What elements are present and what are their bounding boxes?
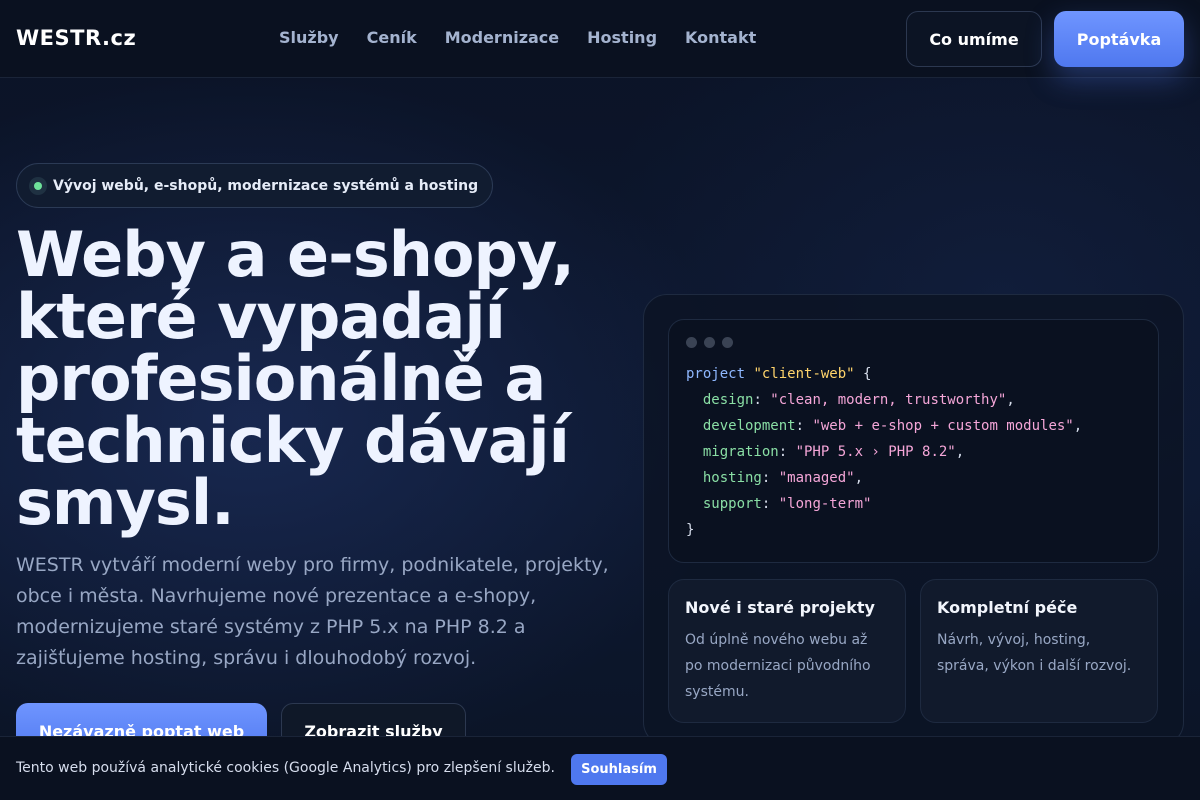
code-key: support <box>702 496 762 512</box>
nav-link-hosting[interactable]: Hosting <box>587 28 657 47</box>
code-keyword: project <box>686 366 746 382</box>
feature-text: Návrh, vývoj, hosting, správa, výkon i d… <box>937 632 1132 674</box>
cookie-accept-button[interactable]: Souhlasím <box>571 754 667 785</box>
code-close-brace: } <box>686 522 695 538</box>
top-navigation: WESTR.cz Služby Ceník Modernizace Hostin… <box>0 0 1200 78</box>
code-comma: , <box>1006 392 1015 408</box>
window-dots-icon <box>686 337 733 348</box>
code-key: migration <box>702 444 779 460</box>
feature-text: Od úplně nového webu až po modernizaci p… <box>685 632 871 700</box>
code-key: development <box>702 418 796 434</box>
inquiry-button[interactable]: Poptávka <box>1054 11 1184 67</box>
code-value: "managed" <box>778 470 855 486</box>
nav-link-sluzby[interactable]: Služby <box>279 28 339 47</box>
code-value: "long-term" <box>778 496 872 512</box>
code-key: hosting <box>702 470 762 486</box>
hero-headline: Weby a e-shopy, které vypadají profesion… <box>16 218 575 539</box>
cookie-banner: Tento web používá analytické cookies (Go… <box>0 736 1200 800</box>
feature-title: Nové i staré projekty <box>685 598 875 617</box>
code-project-name: "client-web" <box>753 366 855 382</box>
code-value: "PHP 5.x › PHP 8.2" <box>795 444 956 460</box>
logo[interactable]: WESTR.cz <box>16 26 136 50</box>
code-open-brace: { <box>863 366 872 382</box>
what-we-do-button[interactable]: Co umíme <box>906 11 1042 67</box>
code-comma: , <box>1073 418 1083 434</box>
cookie-text: Tento web používá analytické cookies (Go… <box>16 760 555 776</box>
feature-card-projects: Nové i staré projekty Od úplně nového we… <box>668 579 906 723</box>
nav-link-modernizace[interactable]: Modernizace <box>445 28 559 47</box>
nav-link-cenik[interactable]: Ceník <box>367 28 417 47</box>
hero-lead: WESTR vytváří moderní weby pro firmy, po… <box>16 554 609 669</box>
status-dot-icon <box>29 176 47 195</box>
code-key: design <box>702 392 754 408</box>
feature-card-care: Kompletní péče Návrh, vývoj, hosting, sp… <box>920 579 1158 723</box>
code-snippet: project "client-web" { design: "clean, m… <box>686 366 1083 538</box>
hero-badge-text: Vývoj webů, e-shopů, modernizace systémů… <box>53 177 479 194</box>
hero-badge: Vývoj webů, e-shopů, modernizace systémů… <box>16 163 493 208</box>
feature-title: Kompletní péče <box>937 598 1078 617</box>
code-value: "web + e-shop + custom modules" <box>812 418 1074 434</box>
code-value: "clean, modern, trustworthy" <box>770 392 1007 408</box>
nav-link-kontakt[interactable]: Kontakt <box>685 28 756 47</box>
main-nav: Služby Ceník Modernizace Hosting Kontakt <box>279 28 756 47</box>
code-comma: , <box>955 444 965 460</box>
code-comma: , <box>854 470 864 486</box>
